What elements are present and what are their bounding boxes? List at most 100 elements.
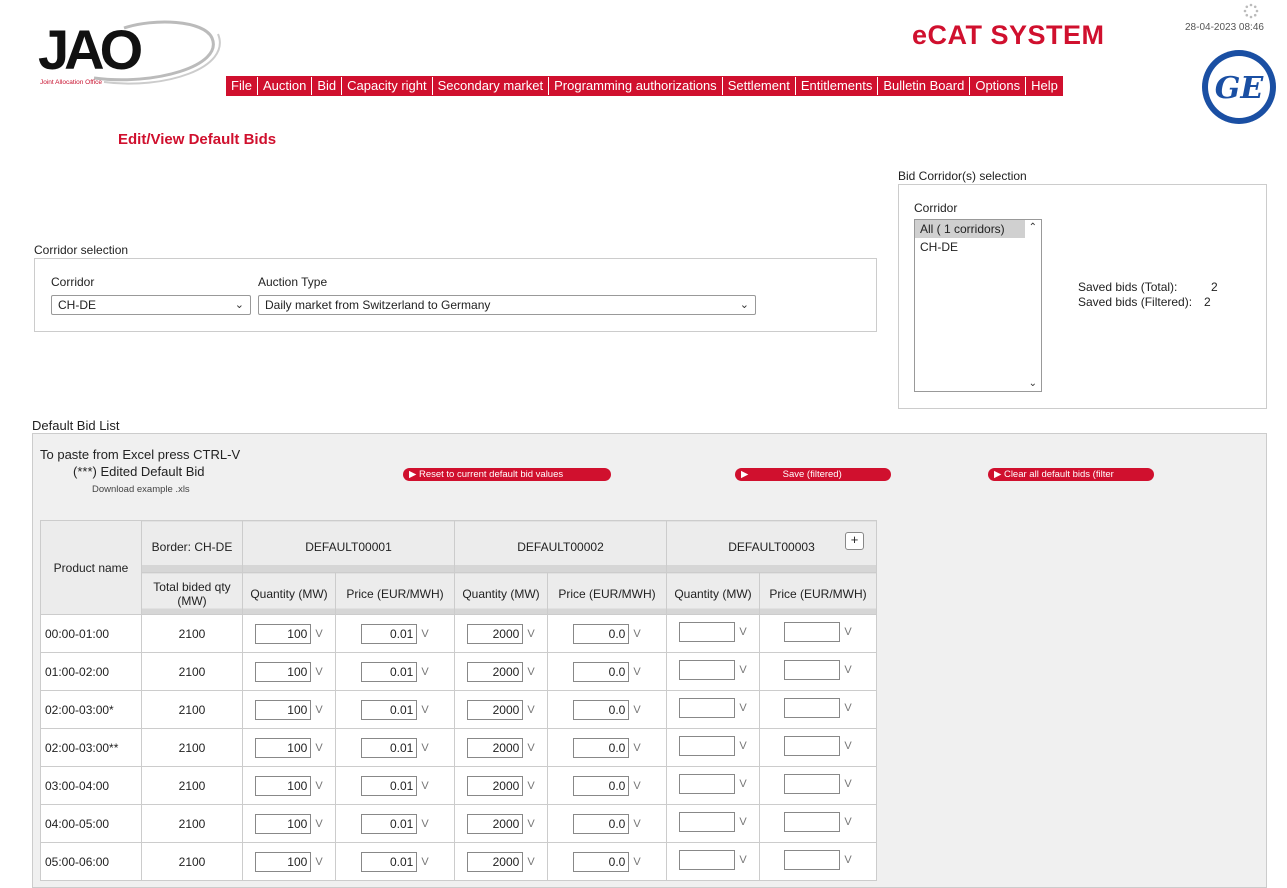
quantity-input[interactable]: 2000 — [467, 623, 524, 644]
menu-bulletin-board[interactable]: Bulletin Board — [877, 77, 969, 95]
listbox-option-all[interactable]: All ( 1 corridors) — [915, 220, 1025, 238]
bid-corridor-listbox[interactable]: All ( 1 corridors) CH-DE ⌃ ⌄ — [914, 219, 1042, 392]
price-input[interactable] — [784, 812, 841, 832]
table-row: 03:00-04:00 2100 100 V 0.01 V 2000 V 0.0 V V V — [40, 766, 877, 805]
total-bided-cell: 2100 — [141, 652, 243, 691]
quantity-input[interactable] — [679, 622, 736, 642]
validation-marker: V — [421, 665, 429, 678]
scroll-down-icon[interactable]: ⌄ — [1029, 378, 1037, 389]
price-input[interactable] — [784, 736, 841, 756]
quantity-cell: V — [666, 842, 760, 881]
validation-marker: V — [527, 741, 535, 754]
price-input[interactable]: 0.0 — [573, 737, 630, 758]
menu-help[interactable]: Help — [1025, 77, 1063, 95]
price-cell: 0.01 V — [335, 804, 455, 843]
menu-file[interactable]: File — [226, 77, 257, 95]
quantity-input[interactable]: 2000 — [467, 775, 524, 796]
product-name-cell: 01:00-02:00 — [40, 652, 142, 691]
price-cell: 0.0 V — [547, 690, 667, 729]
quantity-input[interactable] — [679, 698, 736, 718]
quantity-input[interactable]: 100 — [255, 813, 312, 834]
price-input[interactable]: 0.01 — [361, 737, 418, 758]
listbox-option-ch-de[interactable]: CH-DE — [915, 238, 1041, 256]
price-input[interactable]: 0.0 — [573, 661, 630, 682]
bid-corridor-selection-label: Bid Corridor(s) selection — [898, 169, 1027, 183]
validation-marker: V — [633, 703, 641, 716]
datetime: 28-04-2023 08:46 — [1185, 22, 1264, 33]
price-input[interactable]: 0.01 — [361, 699, 418, 720]
quantity-input[interactable]: 100 — [255, 851, 312, 872]
quantity-input[interactable] — [679, 774, 736, 794]
price-input[interactable] — [784, 660, 841, 680]
price-input[interactable] — [784, 622, 841, 642]
corridor-select[interactable]: CH-DE ⌄ — [51, 295, 251, 315]
price-input[interactable] — [784, 698, 841, 718]
price-input[interactable]: 0.0 — [573, 851, 630, 872]
quantity-input[interactable]: 100 — [255, 737, 312, 758]
quantity-input[interactable]: 100 — [255, 661, 312, 682]
saved-total-label: Saved bids (Total): — [1078, 280, 1178, 294]
quantity-input[interactable]: 2000 — [467, 699, 524, 720]
validation-marker: V — [315, 703, 323, 716]
quantity-input[interactable] — [679, 736, 736, 756]
price-cell: V — [759, 690, 877, 729]
quantity-input[interactable]: 2000 — [467, 813, 524, 834]
total-bided-cell: 2100 — [141, 728, 243, 767]
price-input[interactable] — [784, 850, 841, 870]
product-name-cell: 03:00-04:00 — [40, 766, 142, 805]
clear-default-bids-button[interactable]: ▶ Clear all default bids (filter — [988, 468, 1154, 481]
product-name-cell: 04:00-05:00 — [40, 804, 142, 843]
price-cell: V — [759, 842, 877, 881]
reset-button[interactable]: ▶ Reset to current default bid values — [403, 468, 611, 481]
validation-marker: V — [633, 741, 641, 754]
price-input[interactable]: 0.0 — [573, 699, 630, 720]
validation-marker: V — [739, 816, 747, 828]
price-input[interactable]: 0.0 — [573, 623, 630, 644]
save-button-label: Save (filtered) — [782, 469, 842, 480]
menu-secondary-market[interactable]: Secondary market — [431, 77, 549, 95]
quantity-input[interactable]: 100 — [255, 699, 312, 720]
quantity-cell: 2000 V — [454, 652, 548, 691]
menu-bid[interactable]: Bid — [311, 77, 341, 95]
table-row: 01:00-02:00 2100 100 V 0.01 V 2000 V 0.0 V V V — [40, 652, 877, 691]
svg-text:GE: GE — [1215, 71, 1265, 106]
price-input[interactable] — [784, 774, 841, 794]
scroll-up-icon[interactable]: ⌃ — [1029, 222, 1037, 233]
auction-type-select[interactable]: Daily market from Switzerland to Germany… — [258, 295, 756, 315]
quantity-input[interactable] — [679, 850, 736, 870]
quantity-input[interactable]: 100 — [255, 623, 312, 644]
add-bid-column-button[interactable]: + — [845, 532, 864, 550]
quantity-input[interactable]: 2000 — [467, 737, 524, 758]
quantity-cell: 100 V — [242, 614, 336, 653]
price-input[interactable]: 0.01 — [361, 813, 418, 834]
quantity-input[interactable]: 2000 — [467, 661, 524, 682]
price-input[interactable]: 0.01 — [361, 851, 418, 872]
download-example-link[interactable]: Download example .xls — [92, 484, 190, 495]
table-row: 02:00-03:00* 2100 100 V 0.01 V 2000 V 0.0 V V V — [40, 690, 877, 729]
price-input[interactable]: 0.0 — [573, 813, 630, 834]
save-filtered-button[interactable]: ▶ Save (filtered) — [735, 468, 891, 481]
price-input[interactable]: 0.01 — [361, 661, 418, 682]
menu-capacity-right[interactable]: Capacity right — [341, 77, 431, 95]
validation-marker: V — [739, 702, 747, 714]
quantity-input[interactable]: 100 — [255, 775, 312, 796]
auction-type-label: Auction Type — [258, 275, 328, 289]
menu-programming-authorizations[interactable]: Programming authorizations — [548, 77, 722, 95]
price-cell: 0.01 V — [335, 690, 455, 729]
quantity-input[interactable]: 2000 — [467, 851, 524, 872]
quantity-input[interactable] — [679, 660, 736, 680]
menu-auction[interactable]: Auction — [256, 77, 311, 95]
jao-logo[interactable]: JAO Joint Allocation Office — [34, 16, 224, 96]
paste-hint: To paste from Excel press CTRL-V — [40, 447, 241, 462]
price-input[interactable]: 0.01 — [361, 623, 418, 644]
table-row: 02:00-03:00** 2100 100 V 0.01 V 2000 V 0.0 V V V — [40, 728, 877, 767]
menu-entitlements[interactable]: Entitlements — [794, 77, 878, 95]
menu-settlement[interactable]: Settlement — [721, 77, 795, 95]
price-input[interactable]: 0.0 — [573, 775, 630, 796]
menu-options[interactable]: Options — [969, 77, 1025, 95]
quantity-cell: V — [666, 766, 760, 805]
quantity-input[interactable] — [679, 812, 736, 832]
price-input[interactable]: 0.01 — [361, 775, 418, 796]
validation-marker: V — [527, 703, 535, 716]
quantity-cell: 2000 V — [454, 804, 548, 843]
